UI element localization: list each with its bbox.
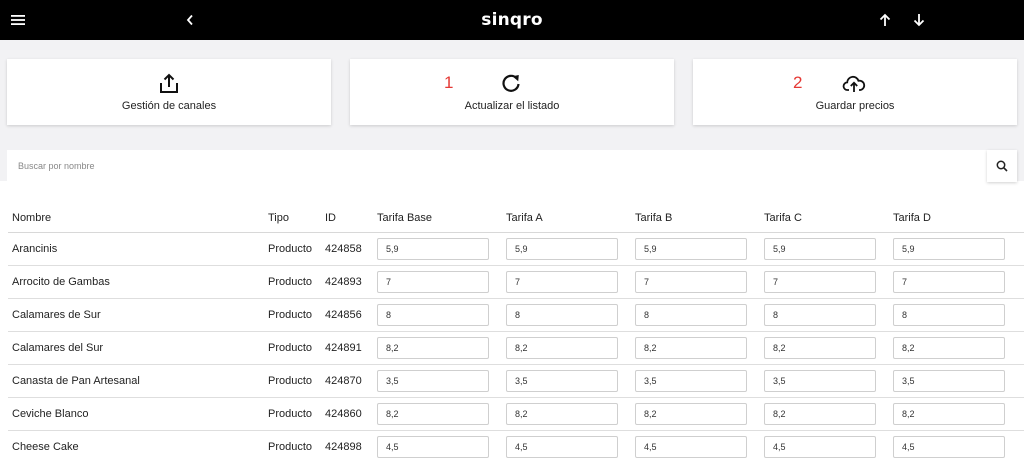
header-tarifa-base[interactable]: Tarifa Base [373,204,502,233]
price-input-b[interactable] [635,369,747,392]
product-name: Calamares del Sur [8,331,264,365]
price-input-base[interactable] [377,435,489,458]
save-label: Guardar precios [815,100,895,112]
header-type[interactable]: Tipo [264,204,321,233]
table-row: Arrocito de Gambas Producto 424893 [8,265,1024,299]
save-card-button[interactable]: 2 Guardar precios [693,59,1017,125]
price-input-c[interactable] [764,303,876,326]
app-logo: sinqro [481,10,543,30]
header-tarifa-b[interactable]: Tarifa B [631,204,760,233]
product-name: Arrocito de Gambas [8,265,264,299]
price-input-d[interactable] [893,303,1005,326]
price-input-a[interactable] [506,237,618,260]
product-type: Producto [264,265,321,299]
price-input-c[interactable] [764,402,876,425]
price-input-a[interactable] [506,270,618,293]
price-input-b[interactable] [635,402,747,425]
price-input-c[interactable] [764,369,876,392]
product-id: 424860 [321,397,373,431]
refresh-badge: 1 [444,73,454,92]
product-id: 424858 [321,232,373,266]
cloud-upload-icon [842,72,866,96]
price-input-base[interactable] [377,402,489,425]
prices-table-area: Nombre Tipo ID Tarifa Base Tarifa A Tari… [0,204,1024,461]
price-input-base[interactable] [377,369,489,392]
header-id[interactable]: ID [321,204,373,233]
product-type: Producto [264,430,321,461]
header-tarifa-a[interactable]: Tarifa A [502,204,631,233]
table-row: Calamares de Sur Producto 424856 [8,298,1024,332]
header-tarifa-d[interactable]: Tarifa D [889,204,1024,233]
price-input-d[interactable] [893,270,1005,293]
price-input-b[interactable] [635,435,747,458]
price-input-b[interactable] [635,237,747,260]
price-input-d[interactable] [893,237,1005,260]
price-input-a[interactable] [506,303,618,326]
product-type: Producto [264,298,321,332]
product-type: Producto [264,397,321,431]
product-name: Cheese Cake [8,430,264,461]
price-input-d[interactable] [893,435,1005,458]
product-id: 424898 [321,430,373,461]
product-name: Ceviche Blanco [8,397,264,431]
refresh-icon [499,72,523,96]
arrow-up-icon[interactable] [869,0,901,40]
menu-icon[interactable] [2,0,34,40]
table-row: Arancinis Producto 424858 [8,232,1024,266]
refresh-card-button[interactable]: 1 Actualizar el listado [350,59,674,125]
share-icon [157,72,181,96]
search-button[interactable] [987,150,1017,182]
product-type: Producto [264,364,321,398]
price-input-a[interactable] [506,336,618,359]
product-name: Canasta de Pan Artesanal [8,364,264,398]
channels-card-button[interactable]: Gestión de canales [7,59,331,125]
price-input-base[interactable] [377,237,489,260]
price-input-base[interactable] [377,270,489,293]
price-input-c[interactable] [764,237,876,260]
price-input-c[interactable] [764,336,876,359]
search-input[interactable] [7,150,987,182]
table-row: Canasta de Pan Artesanal Producto 424870 [8,364,1024,398]
price-input-c[interactable] [764,270,876,293]
price-input-a[interactable] [506,402,618,425]
product-type: Producto [264,331,321,365]
price-input-b[interactable] [635,336,747,359]
channels-label: Gestión de canales [121,100,217,112]
table-row: Cheese Cake Producto 424898 [8,430,1024,461]
prices-table: Nombre Tipo ID Tarifa Base Tarifa A Tari… [8,204,1024,461]
chevron-left-icon[interactable] [174,0,206,40]
header-tarifa-c[interactable]: Tarifa C [760,204,889,233]
product-id: 424893 [321,265,373,299]
product-name: Calamares de Sur [8,298,264,332]
table-row: Calamares del Sur Producto 424891 [8,331,1024,365]
price-input-c[interactable] [764,435,876,458]
product-id: 424891 [321,331,373,365]
product-id: 424870 [321,364,373,398]
price-input-d[interactable] [893,402,1005,425]
arrow-down-icon[interactable] [903,0,935,40]
price-input-d[interactable] [893,336,1005,359]
price-input-d[interactable] [893,369,1005,392]
price-input-b[interactable] [635,303,747,326]
top-bar: sinqro [0,0,1024,40]
table-row: Ceviche Blanco Producto 424860 [8,397,1024,431]
header-name[interactable]: Nombre [8,204,264,233]
refresh-label: Actualizar el listado [464,100,560,112]
table-header-row: Nombre Tipo ID Tarifa Base Tarifa A Tari… [8,204,1024,233]
price-input-base[interactable] [377,336,489,359]
product-name: Arancinis [8,232,264,266]
product-type: Producto [264,232,321,266]
save-badge: 2 [793,73,803,92]
product-id: 424856 [321,298,373,332]
search-icon [996,160,1008,172]
price-input-base[interactable] [377,303,489,326]
price-input-b[interactable] [635,270,747,293]
price-input-a[interactable] [506,435,618,458]
price-input-a[interactable] [506,369,618,392]
